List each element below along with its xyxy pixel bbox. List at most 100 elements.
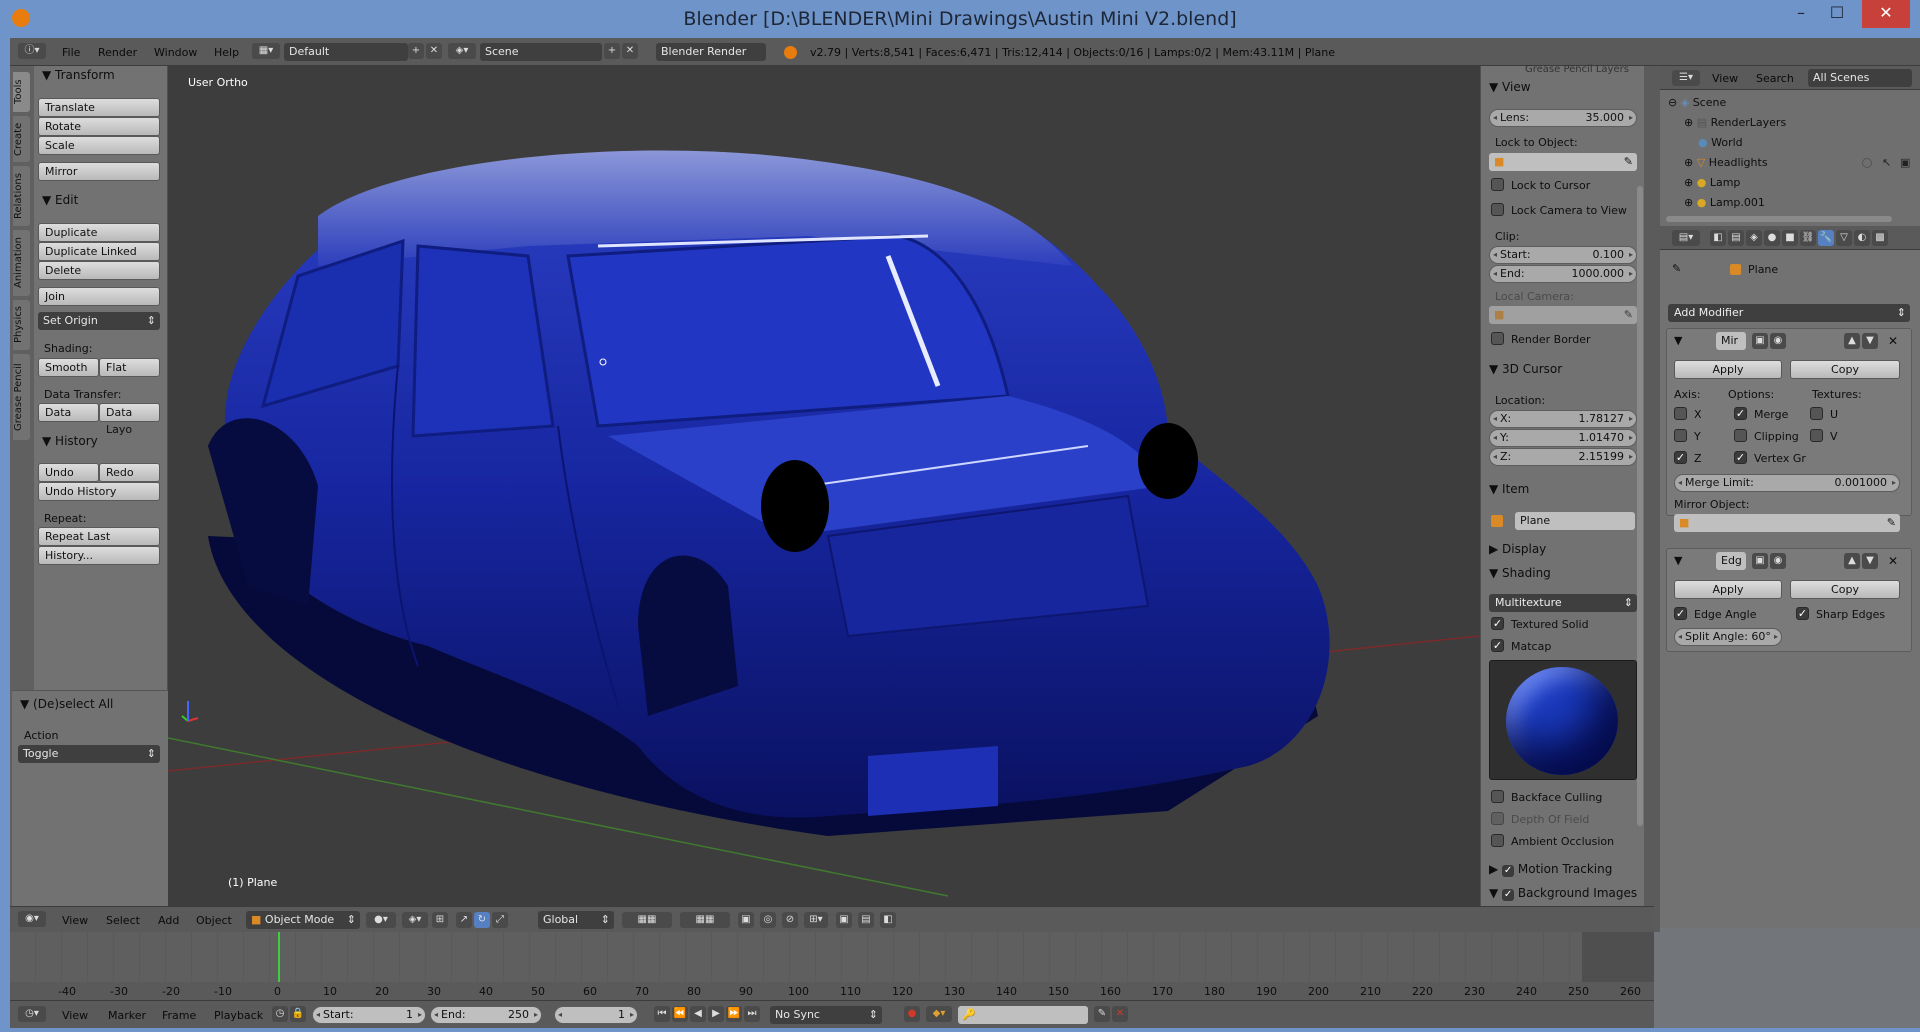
outliner-item-renderlayers[interactable]: ⊕ ▤ RenderLayers: [1684, 116, 1786, 129]
axis-y-checkbox[interactable]: [1674, 429, 1687, 442]
add-scene-icon[interactable]: +: [604, 43, 620, 59]
mirror-move-up-icon[interactable]: ▲: [1844, 333, 1860, 349]
timeline-frame-menu[interactable]: Frame: [162, 1009, 196, 1022]
modifiers-tab-icon[interactable]: 🔧: [1818, 230, 1834, 246]
cursor-panel-header[interactable]: ▼ 3D Cursor: [1489, 362, 1562, 376]
remove-scene-icon[interactable]: ✕: [622, 43, 638, 59]
scene-icon[interactable]: ◈▾: [448, 43, 476, 59]
delete-button[interactable]: Delete: [38, 261, 160, 280]
add-modifier-dropdown[interactable]: Add Modifier ⇕: [1668, 304, 1910, 322]
split-angle-field[interactable]: ◂ Split Angle: 60° ▸: [1674, 628, 1782, 646]
edge-split-collapse-icon[interactable]: ▼: [1674, 554, 1682, 567]
edge-split-name-field[interactable]: Edg: [1716, 552, 1746, 570]
object-tab-icon[interactable]: ■: [1782, 230, 1798, 246]
outliner-item-world[interactable]: ● World: [1698, 136, 1743, 149]
texture-v-checkbox[interactable]: [1810, 429, 1823, 442]
select-arrow-icon[interactable]: ↖: [1882, 156, 1891, 169]
cursor-x-field[interactable]: ◂ X: 1.78127 ▸: [1489, 410, 1637, 428]
viewport-shading-icon[interactable]: ●▾: [366, 912, 396, 928]
preview-range-icon[interactable]: ◷: [272, 1006, 288, 1022]
object-menu[interactable]: Object: [196, 914, 232, 927]
matcap-preview[interactable]: [1489, 660, 1637, 780]
clipping-checkbox[interactable]: [1734, 429, 1747, 442]
mirror-button[interactable]: Mirror: [38, 162, 160, 181]
mirror-name-field[interactable]: Mir: [1716, 332, 1746, 350]
outliner-item-lamp[interactable]: ⊕ ● Lamp: [1684, 176, 1740, 189]
data-tab-icon[interactable]: ▽: [1836, 230, 1852, 246]
translate-button[interactable]: Translate: [38, 98, 160, 117]
scale-manipulator-icon[interactable]: ⤢: [492, 912, 508, 928]
render-layers-tab-icon[interactable]: ▤: [1728, 230, 1744, 246]
sharp-edges-checkbox[interactable]: ✓: [1796, 607, 1809, 620]
manipulator-toggle-icon[interactable]: ⊞: [432, 912, 448, 928]
outliner-search-menu[interactable]: Search: [1756, 72, 1794, 85]
edge-split-copy-button[interactable]: Copy: [1790, 580, 1900, 599]
lock-camera-checkbox[interactable]: [1491, 203, 1504, 216]
mirror-render-toggle-icon[interactable]: ▣: [1752, 333, 1768, 349]
current-frame-field[interactable]: ◂ 1 ▸: [554, 1006, 638, 1024]
clip-end-field[interactable]: ◂ End: 1000.000 ▸: [1489, 265, 1637, 283]
edge-split-apply-button[interactable]: Apply: [1674, 580, 1782, 599]
keying-set-icon[interactable]: ◆▾: [926, 1006, 952, 1022]
menu-window[interactable]: Window: [154, 46, 197, 59]
menu-file[interactable]: File: [62, 46, 80, 59]
close-button[interactable]: ✕: [1862, 0, 1910, 28]
local-camera-field[interactable]: ■ ✎: [1489, 306, 1637, 324]
ambient-occlusion-checkbox[interactable]: [1491, 834, 1504, 847]
rotate-button[interactable]: Rotate: [38, 117, 160, 136]
outliner-type-icon[interactable]: ☰▾: [1672, 70, 1700, 86]
mirror-apply-button[interactable]: Apply: [1674, 360, 1782, 379]
menu-render[interactable]: Render: [98, 46, 137, 59]
undo-history-button[interactable]: Undo History: [38, 482, 160, 501]
texture-tab-icon[interactable]: ▩: [1872, 230, 1888, 246]
remove-layout-icon[interactable]: ✕: [426, 43, 442, 59]
grease-pencil-header[interactable]: Grease Pencil Layers: [1525, 64, 1629, 75]
edge-split-viewport-toggle-icon[interactable]: ◉: [1770, 553, 1786, 569]
cursor-y-field[interactable]: ◂ Y: 1.01470 ▸: [1489, 429, 1637, 447]
background-images-header[interactable]: ▼ ✓ Background Images: [1489, 886, 1637, 901]
flat-button[interactable]: Flat: [99, 358, 160, 377]
insert-keyframe-icon[interactable]: ✎: [1094, 1006, 1110, 1022]
tab-create[interactable]: Create: [13, 116, 30, 162]
view-panel-header[interactable]: ▼ View: [1489, 80, 1531, 94]
snap-toggle-icon[interactable]: ⊘: [782, 912, 798, 928]
edge-split-remove-icon[interactable]: ✕: [1888, 554, 1898, 568]
depth-of-field-checkbox[interactable]: [1491, 812, 1504, 825]
properties-type-icon[interactable]: ▤▾: [1672, 230, 1700, 246]
scene-field[interactable]: Scene: [480, 43, 602, 61]
jump-keyframe-forward-icon[interactable]: ⏩: [726, 1006, 742, 1022]
mirror-remove-icon[interactable]: ✕: [1888, 334, 1898, 348]
end-frame-field[interactable]: ◂ End: 250 ▸: [430, 1006, 542, 1024]
pivot-point-icon[interactable]: ◈▾: [402, 912, 428, 928]
current-frame-indicator[interactable]: [278, 932, 280, 982]
mirror-object-field[interactable]: ■ ✎: [1674, 514, 1900, 532]
tab-physics[interactable]: Physics: [13, 300, 30, 350]
history-panel-header[interactable]: ▼ History: [42, 434, 98, 448]
edge-split-move-up-icon[interactable]: ▲: [1844, 553, 1860, 569]
edge-split-move-down-icon[interactable]: ▼: [1862, 553, 1878, 569]
lock-to-cursor-checkbox[interactable]: [1491, 178, 1504, 191]
action-dropdown[interactable]: Toggle ⇕: [18, 745, 160, 763]
set-origin-dropdown[interactable]: Set Origin ⇕: [38, 312, 160, 330]
play-icon[interactable]: ▶: [708, 1006, 724, 1022]
select-menu[interactable]: Select: [106, 914, 140, 927]
editor-divider[interactable]: [1644, 66, 1660, 932]
timeline[interactable]: -40 -30 -20 -10 0 10 20 30 40 50 60 70 8…: [10, 932, 1654, 1004]
menu-help[interactable]: Help: [214, 46, 239, 59]
add-menu[interactable]: Add: [158, 914, 179, 927]
tab-relations[interactable]: Relations: [13, 166, 30, 226]
layers-grid-2-icon[interactable]: ▦▦: [680, 912, 730, 928]
timeline-editor-type-icon[interactable]: ◷▾: [18, 1006, 46, 1022]
record-icon[interactable]: ●: [904, 1006, 920, 1022]
pin-icon[interactable]: ✎: [1672, 262, 1681, 275]
duplicate-button[interactable]: Duplicate: [38, 223, 160, 242]
lock-object-field[interactable]: ■ ✎: [1489, 153, 1637, 171]
undo-button[interactable]: Undo: [38, 463, 99, 482]
view-menu[interactable]: View: [62, 914, 88, 927]
tab-animation[interactable]: Animation: [13, 230, 30, 296]
redo-button[interactable]: Redo: [99, 463, 160, 482]
delete-keyframe-icon[interactable]: ✕: [1112, 1006, 1128, 1022]
orientation-dropdown[interactable]: Global ⇕: [538, 911, 614, 929]
edit-panel-header[interactable]: ▼ Edit: [42, 193, 78, 207]
join-button[interactable]: Join: [38, 287, 160, 306]
